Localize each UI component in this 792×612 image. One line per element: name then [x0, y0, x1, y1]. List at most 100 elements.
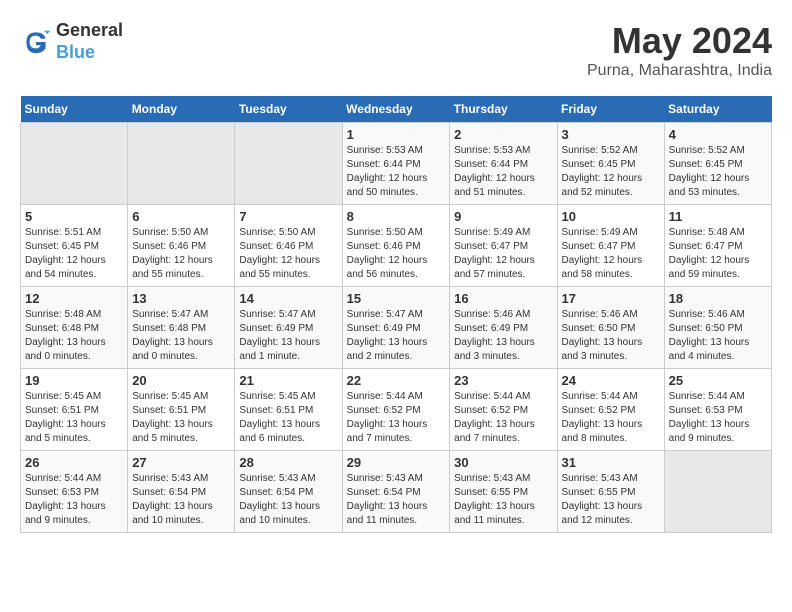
day-info: Sunrise: 5:51 AM Sunset: 6:45 PM Dayligh…	[25, 226, 123, 282]
calendar-week-3: 12 Sunrise: 5:48 AM Sunset: 6:48 PM Dayli…	[21, 287, 772, 369]
calendar-cell: 21Sunrise: 5:45 AM Sunset: 6:51 PM Dayli…	[235, 369, 342, 451]
calendar-cell: 20 Sunrise: 5:45 AM Sunset: 6:51 PM Dayli…	[128, 369, 235, 451]
calendar-cell: 27 Sunrise: 5:43 AM Sunset: 6:54 PM Dayli…	[128, 451, 235, 533]
day-number: 31	[562, 455, 660, 470]
logo: General Blue	[20, 20, 123, 63]
day-info: Sunrise: 5:48 AM Sunset: 6:47 PM Dayligh…	[669, 226, 767, 282]
day-info: Sunrise: 5:44 AM Sunset: 6:52 PM Dayligh…	[454, 390, 552, 446]
calendar-cell: 23Sunrise: 5:44 AM Sunset: 6:52 PM Dayli…	[450, 369, 557, 451]
day-number: 1	[347, 127, 446, 142]
day-number: 3	[562, 127, 660, 142]
day-info: Sunrise: 5:43 AM Sunset: 6:54 PM Dayligh…	[239, 472, 337, 528]
day-number: 14	[239, 291, 337, 306]
day-info: Sunrise: 5:50 AM Sunset: 6:46 PM Dayligh…	[132, 226, 230, 282]
calendar-cell: 12 Sunrise: 5:48 AM Sunset: 6:48 PM Dayli…	[21, 287, 128, 369]
calendar-cell: 8 Sunrise: 5:50 AM Sunset: 6:46 PM Daylig…	[342, 205, 450, 287]
day-number: 4	[669, 127, 767, 142]
day-number: 30	[454, 455, 552, 470]
day-number: 12	[25, 291, 123, 306]
calendar-week-1: 1 Sunrise: 5:53 AM Sunset: 6:44 PM Daylig…	[21, 123, 772, 205]
calendar-cell	[128, 123, 235, 205]
day-number: 17	[562, 291, 660, 306]
logo-icon	[20, 26, 52, 58]
day-info: Sunrise: 5:52 AM Sunset: 6:45 PM Dayligh…	[669, 144, 767, 200]
day-info: Sunrise: 5:45 AM Sunset: 6:51 PM Dayligh…	[132, 390, 230, 446]
calendar-cell: 7 Sunrise: 5:50 AM Sunset: 6:46 PM Daylig…	[235, 205, 342, 287]
day-number: 28	[239, 455, 337, 470]
day-number: 24	[562, 373, 660, 388]
calendar-cell: 16 Sunrise: 5:46 AM Sunset: 6:49 PM Dayli…	[450, 287, 557, 369]
day-number: 20	[132, 373, 230, 388]
day-number: 5	[25, 209, 123, 224]
day-number: 2	[454, 127, 552, 142]
day-number: 18	[669, 291, 767, 306]
calendar-cell: 15Sunrise: 5:47 AM Sunset: 6:49 PM Dayli…	[342, 287, 450, 369]
day-info: Sunrise: 5:50 AM Sunset: 6:46 PM Dayligh…	[347, 226, 446, 282]
day-info: Sunrise: 5:46 AM Sunset: 6:49 PM Dayligh…	[454, 308, 552, 364]
day-info: Sunrise: 5:53 AM Sunset: 6:44 PM Dayligh…	[347, 144, 446, 200]
weekday-header-tuesday: Tuesday	[235, 96, 342, 123]
weekday-header-friday: Friday	[557, 96, 664, 123]
calendar-cell: 22 Sunrise: 5:44 AM Sunset: 6:52 PM Dayli…	[342, 369, 450, 451]
calendar-cell	[21, 123, 128, 205]
day-info: Sunrise: 5:49 AM Sunset: 6:47 PM Dayligh…	[454, 226, 552, 282]
day-number: 25	[669, 373, 767, 388]
day-info: Sunrise: 5:44 AM Sunset: 6:52 PM Dayligh…	[347, 390, 446, 446]
day-info: Sunrise: 5:46 AM Sunset: 6:50 PM Dayligh…	[669, 308, 767, 364]
day-number: 16	[454, 291, 552, 306]
day-number: 9	[454, 209, 552, 224]
calendar-header-row: SundayMondayTuesdayWednesdayThursdayFrid…	[21, 96, 772, 123]
day-number: 27	[132, 455, 230, 470]
day-info: Sunrise: 5:44 AM Sunset: 6:53 PM Dayligh…	[25, 472, 123, 528]
day-info: Sunrise: 5:43 AM Sunset: 6:54 PM Dayligh…	[347, 472, 446, 528]
calendar-cell: 11 Sunrise: 5:48 AM Sunset: 6:47 PM Dayli…	[664, 205, 771, 287]
day-info: Sunrise: 5:44 AM Sunset: 6:53 PM Dayligh…	[669, 390, 767, 446]
page-header: General Blue May 2024 Purna, Maharashtra…	[20, 20, 772, 80]
calendar-week-4: 19 Sunrise: 5:45 AM Sunset: 6:51 PM Dayli…	[21, 369, 772, 451]
calendar-cell: 19 Sunrise: 5:45 AM Sunset: 6:51 PM Dayli…	[21, 369, 128, 451]
calendar-cell: 25 Sunrise: 5:44 AM Sunset: 6:53 PM Dayli…	[664, 369, 771, 451]
day-info: Sunrise: 5:49 AM Sunset: 6:47 PM Dayligh…	[562, 226, 660, 282]
calendar-cell: 3 Sunrise: 5:52 AM Sunset: 6:45 PM Daylig…	[557, 123, 664, 205]
day-info: Sunrise: 5:45 AM Sunset: 6:51 PM Dayligh…	[25, 390, 123, 446]
day-number: 8	[347, 209, 446, 224]
day-info: Sunrise: 5:47 AM Sunset: 6:48 PM Dayligh…	[132, 308, 230, 364]
day-info: Sunrise: 5:52 AM Sunset: 6:45 PM Dayligh…	[562, 144, 660, 200]
calendar-cell: 10 Sunrise: 5:49 AM Sunset: 6:47 PM Dayli…	[557, 205, 664, 287]
day-info: Sunrise: 5:53 AM Sunset: 6:44 PM Dayligh…	[454, 144, 552, 200]
calendar-cell	[235, 123, 342, 205]
calendar-cell: 4 Sunrise: 5:52 AM Sunset: 6:45 PM Daylig…	[664, 123, 771, 205]
calendar-cell: 9 Sunrise: 5:49 AM Sunset: 6:47 PM Daylig…	[450, 205, 557, 287]
logo-text: General Blue	[56, 20, 123, 63]
day-info: Sunrise: 5:48 AM Sunset: 6:48 PM Dayligh…	[25, 308, 123, 364]
day-number: 19	[25, 373, 123, 388]
calendar-table: SundayMondayTuesdayWednesdayThursdayFrid…	[20, 96, 772, 533]
calendar-cell: 5 Sunrise: 5:51 AM Sunset: 6:45 PM Daylig…	[21, 205, 128, 287]
calendar-cell: 24Sunrise: 5:44 AM Sunset: 6:52 PM Dayli…	[557, 369, 664, 451]
calendar-cell: 31Sunrise: 5:43 AM Sunset: 6:55 PM Dayli…	[557, 451, 664, 533]
day-info: Sunrise: 5:50 AM Sunset: 6:46 PM Dayligh…	[239, 226, 337, 282]
weekday-header-wednesday: Wednesday	[342, 96, 450, 123]
weekday-header-monday: Monday	[128, 96, 235, 123]
calendar-body: 1 Sunrise: 5:53 AM Sunset: 6:44 PM Daylig…	[21, 123, 772, 533]
day-info: Sunrise: 5:43 AM Sunset: 6:54 PM Dayligh…	[132, 472, 230, 528]
calendar-cell: 1 Sunrise: 5:53 AM Sunset: 6:44 PM Daylig…	[342, 123, 450, 205]
day-number: 26	[25, 455, 123, 470]
day-number: 29	[347, 455, 446, 470]
day-info: Sunrise: 5:45 AM Sunset: 6:51 PM Dayligh…	[239, 390, 337, 446]
calendar-cell: 30 Sunrise: 5:43 AM Sunset: 6:55 PM Dayli…	[450, 451, 557, 533]
calendar-cell: 17 Sunrise: 5:46 AM Sunset: 6:50 PM Dayli…	[557, 287, 664, 369]
day-number: 10	[562, 209, 660, 224]
calendar-cell: 2 Sunrise: 5:53 AM Sunset: 6:44 PM Daylig…	[450, 123, 557, 205]
day-number: 7	[239, 209, 337, 224]
calendar-cell: 26 Sunrise: 5:44 AM Sunset: 6:53 PM Dayli…	[21, 451, 128, 533]
month-title: May 2024	[587, 20, 772, 62]
weekday-header-saturday: Saturday	[664, 96, 771, 123]
day-number: 6	[132, 209, 230, 224]
day-info: Sunrise: 5:46 AM Sunset: 6:50 PM Dayligh…	[562, 308, 660, 364]
calendar-cell: 18 Sunrise: 5:46 AM Sunset: 6:50 PM Dayli…	[664, 287, 771, 369]
day-info: Sunrise: 5:43 AM Sunset: 6:55 PM Dayligh…	[454, 472, 552, 528]
day-number: 22	[347, 373, 446, 388]
day-number: 11	[669, 209, 767, 224]
calendar-cell: 13Sunrise: 5:47 AM Sunset: 6:48 PM Dayli…	[128, 287, 235, 369]
